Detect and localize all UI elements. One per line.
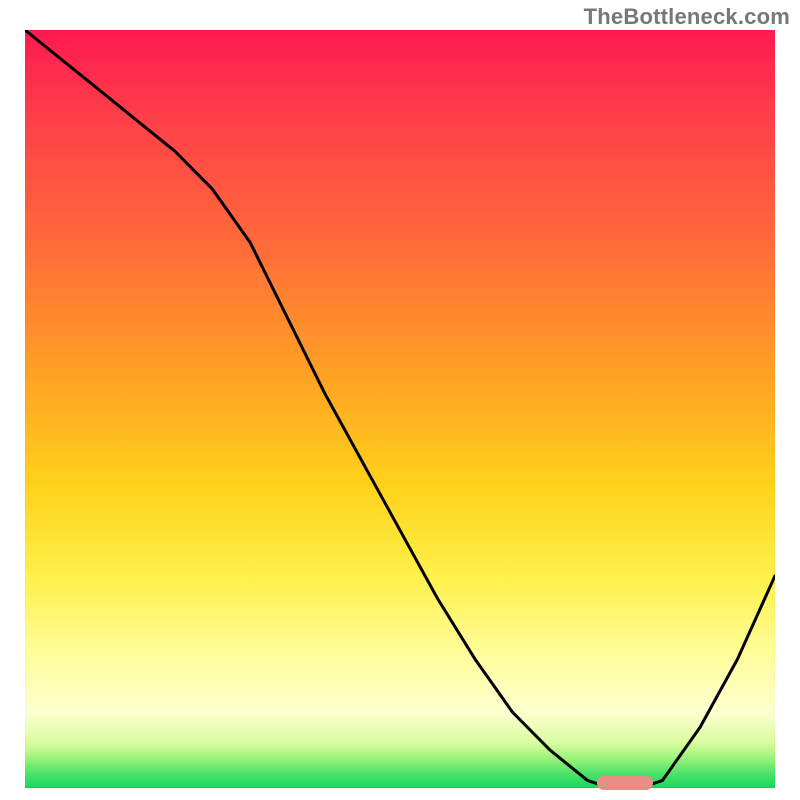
- attribution-label: TheBottleneck.com: [584, 4, 790, 30]
- plot-area: [25, 30, 775, 788]
- chart-container: TheBottleneck.com: [0, 0, 800, 800]
- x-axis-line: [25, 787, 775, 788]
- bottleneck-curve: [25, 30, 775, 788]
